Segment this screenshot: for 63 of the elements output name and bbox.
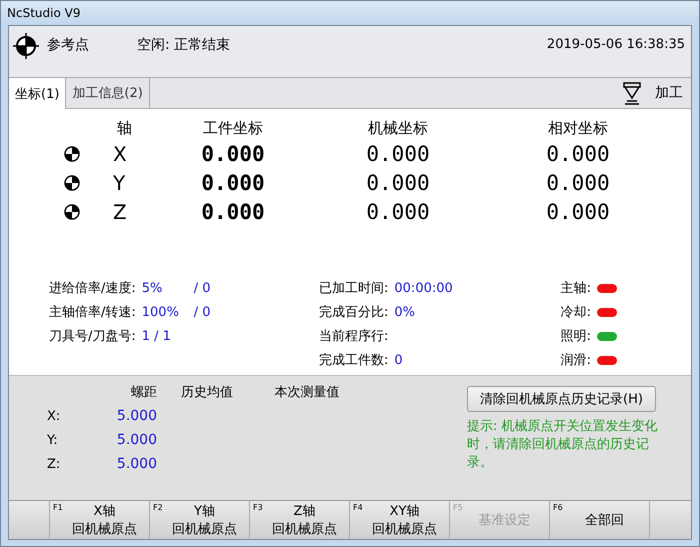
pitch-value: 5.000	[116, 432, 157, 448]
info-value: 0	[394, 352, 403, 368]
tab[interactable]: 加工信息(2)	[66, 78, 150, 108]
axis-label: Y:	[47, 432, 59, 448]
info-label: 进给倍率/速度:	[49, 280, 136, 297]
work-coordinate: 0.000	[200, 200, 266, 224]
datetime: 2019-05-06 16:38:35	[546, 37, 685, 52]
position-label: 参考点	[47, 36, 90, 54]
home-icon[interactable]	[64, 146, 80, 162]
light-label: 照明:	[560, 328, 591, 345]
relative-coordinate: 0.000	[545, 142, 611, 166]
info-label: 刀具号/刀盘号:	[49, 328, 136, 345]
window-title: NcStudio V9	[7, 6, 80, 20]
machine-coordinate: 0.000	[365, 200, 431, 224]
light-label: 主轴:	[560, 280, 591, 297]
relative-coordinate: 0.000	[545, 170, 611, 194]
work-coordinate: 0.000	[200, 142, 266, 166]
info-label: 完成工件数:	[319, 352, 388, 369]
tab[interactable]: 坐标(1)	[9, 78, 66, 109]
home-icon[interactable]	[64, 204, 80, 220]
home-icon[interactable]	[64, 174, 80, 190]
axis-label: Z	[112, 200, 128, 224]
pitch-value: 5.000	[116, 408, 157, 424]
crosshair-icon	[13, 33, 39, 59]
column-header: 本次测量值	[274, 384, 340, 401]
light-label: 冷却:	[560, 304, 591, 321]
machine-coordinate: 0.000	[365, 142, 431, 166]
info-value: 5%	[142, 280, 164, 296]
info-value: 1 / 1	[142, 328, 172, 344]
column-header: 螺距	[130, 384, 157, 401]
process-button[interactable]: 加工	[651, 78, 691, 108]
nozzle-icon[interactable]	[621, 81, 643, 105]
function-key[interactable]: F6 全部回	[550, 501, 650, 539]
info-value: / 0	[194, 280, 211, 296]
info-value: 0%	[394, 304, 416, 320]
info-value: / 0	[194, 304, 211, 320]
info-label: 当前程序行:	[319, 328, 388, 345]
function-key[interactable]: F2 Y轴 回机械原点	[150, 501, 250, 539]
info-label: 主轴倍率/转速:	[49, 304, 136, 321]
column-header: 机械坐标	[367, 118, 429, 138]
function-key[interactable]: F4 XY轴 回机械原点	[350, 501, 450, 539]
pitch-value: 5.000	[116, 456, 157, 472]
axis-label: Y	[112, 170, 126, 194]
function-key[interactable]: F3 Z轴 回机械原点	[250, 501, 350, 539]
axis-label: X:	[47, 408, 62, 424]
light-label: 润滑:	[560, 352, 591, 369]
column-header: 工件坐标	[202, 118, 264, 138]
info-value: 00:00:00	[394, 280, 453, 296]
clear-history-button[interactable]: 清除回机械原点历史记录(H)	[467, 386, 656, 412]
status-text: 空闲: 正常结束	[137, 36, 230, 54]
column-header: 历史均值	[180, 384, 234, 401]
hint-text: 提示: 机械原点开关位置发生变化时，请清除回机械原点的历史记录。	[467, 418, 659, 472]
column-header: 相对坐标	[547, 118, 609, 138]
info-label: 已加工时间:	[319, 280, 388, 297]
relative-coordinate: 0.000	[545, 200, 611, 224]
function-key[interactable]: F1 X轴 回机械原点	[50, 501, 150, 539]
column-header: 轴	[116, 118, 133, 138]
info-label: 完成百分比:	[319, 304, 388, 321]
work-coordinate: 0.000	[200, 170, 266, 194]
machine-coordinate: 0.000	[365, 170, 431, 194]
info-value: 100%	[142, 304, 180, 320]
axis-label: Z:	[47, 456, 62, 472]
axis-label: X	[112, 142, 128, 166]
